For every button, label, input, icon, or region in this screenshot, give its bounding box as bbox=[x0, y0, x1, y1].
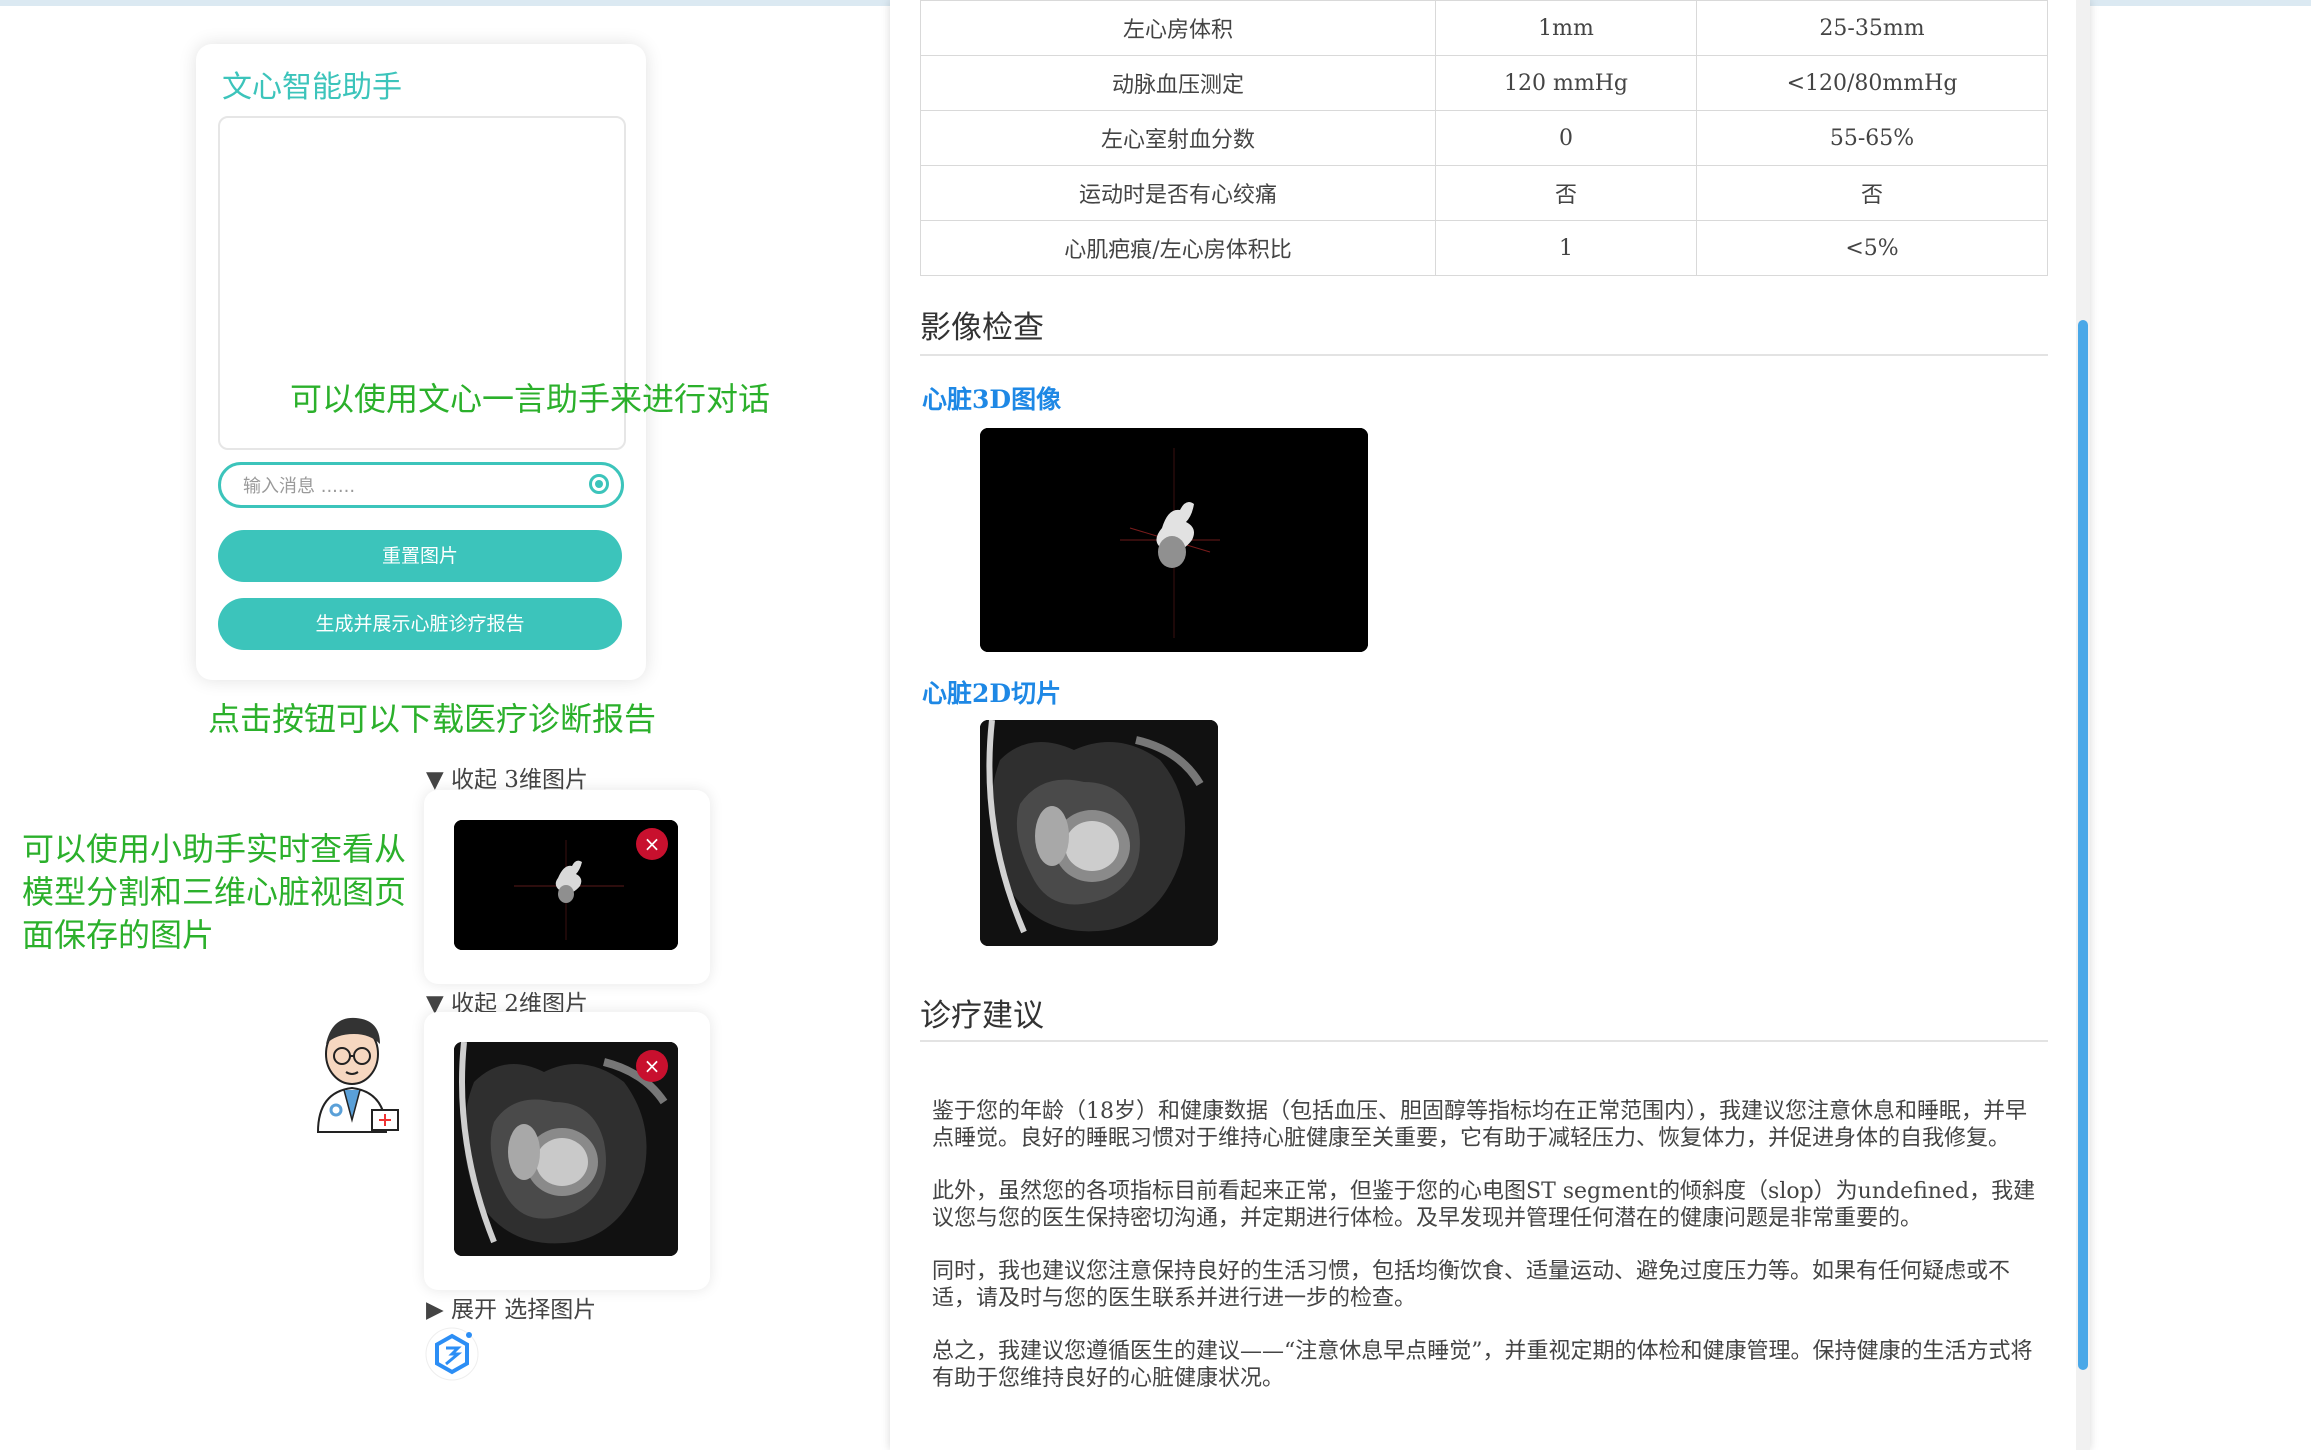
metric-reference: <120/80mmHg bbox=[1696, 55, 2048, 111]
close-3d-image-button[interactable]: × bbox=[636, 828, 668, 860]
download-hint-annotation: 点击按钮可以下载医疗诊断报告 bbox=[208, 700, 657, 738]
saved-2d-image-card: × bbox=[424, 1012, 710, 1290]
imaging-divider bbox=[920, 354, 2048, 356]
imaging-section-title: 影像检查 bbox=[920, 310, 1044, 346]
advice-paragraph: 鉴于您的年龄（18岁）和健康数据（包括血压、胆固醇等指标均在正常范围内），我建议… bbox=[932, 1099, 2027, 1151]
message-input-wrapper bbox=[218, 462, 624, 508]
saved-3d-image-card: × bbox=[424, 790, 710, 984]
toggle-select-images[interactable]: ▶ 展开 选择图片 bbox=[426, 1290, 596, 1324]
heart-2d-label: 心脏2D切片 bbox=[922, 679, 1062, 708]
table-row: 左心房体积 1mm 25-35mm bbox=[920, 0, 2048, 56]
generate-report-button[interactable]: 生成并展示心脏诊疗报告 bbox=[218, 598, 622, 650]
doctor-avatar-icon[interactable] bbox=[310, 1014, 402, 1134]
close-2d-image-button[interactable]: × bbox=[636, 1050, 668, 1082]
heart-3d-label: 心脏3D图像 bbox=[922, 385, 1062, 414]
metric-value: 1mm bbox=[1435, 0, 1697, 56]
metric-value: 否 bbox=[1435, 165, 1697, 221]
assistant-panel: 文心智能助手 重置图片 生成并展示心脏诊疗报告 bbox=[196, 44, 646, 680]
chat-hint-annotation: 可以使用文心一言助手来进行对话 bbox=[290, 380, 771, 418]
advice-divider bbox=[920, 1040, 2048, 1042]
metric-reference: <5% bbox=[1696, 220, 2048, 276]
metric-name: 动脉血压测定 bbox=[920, 55, 1436, 111]
metric-reference: 否 bbox=[1696, 165, 2048, 221]
metric-name: 心肌疤痕/左心房体积比 bbox=[920, 220, 1436, 276]
table-row: 左心室射血分数 0 55-65% bbox=[920, 110, 2048, 166]
metric-value: 120 mmHg bbox=[1435, 55, 1697, 111]
table-row: 心肌疤痕/左心房体积比 1 <5% bbox=[920, 220, 2048, 276]
metric-reference: 25-35mm bbox=[1696, 0, 2048, 56]
scrollbar-thumb[interactable] bbox=[2078, 320, 2088, 1370]
advice-paragraph: 同时，我也建议您注意保持良好的生活习惯，包括均衡饮食、适量运动、避免过度压力等。… bbox=[932, 1259, 2011, 1311]
table-row: 动脉血压测定 120 mmHg <120/80mmHg bbox=[920, 55, 2048, 111]
heart-3d-image[interactable] bbox=[980, 428, 1368, 652]
advice-paragraph: 此外，虽然您的各项指标目前看起来正常，但鉴于您的心电图ST segment的倾斜… bbox=[932, 1179, 2036, 1231]
advice-section-title: 诊疗建议 bbox=[920, 998, 1044, 1034]
table-row: 运动时是否有心绞痛 否 否 bbox=[920, 165, 2048, 221]
metrics-table: 左心房体积 1mm 25-35mm 动脉血压测定 120 mmHg <120/8… bbox=[920, 0, 2048, 276]
assistant-logo-icon[interactable] bbox=[424, 1326, 480, 1382]
view-hint-annotation: 可以使用小助手实时查看从模型分割和三维心脏视图页面保存的图片 bbox=[22, 830, 407, 954]
metric-name: 左心房体积 bbox=[920, 0, 1436, 56]
metric-name: 左心室射血分数 bbox=[920, 110, 1436, 166]
advice-text: 鉴于您的年龄（18岁）和健康数据（包括血压、胆固醇等指标均在正常范围内），我建议… bbox=[932, 1098, 2042, 1418]
send-icon[interactable] bbox=[589, 474, 609, 494]
metric-value: 1 bbox=[1435, 220, 1697, 276]
toggle-3d-images[interactable]: ▼ 收起 3维图片 bbox=[426, 760, 588, 794]
heart-2d-slice[interactable] bbox=[980, 720, 1218, 946]
message-input[interactable] bbox=[241, 471, 565, 501]
metric-value: 0 bbox=[1435, 110, 1697, 166]
metric-reference: 55-65% bbox=[1696, 110, 2048, 166]
assistant-title: 文心智能助手 bbox=[222, 70, 402, 105]
metric-name: 运动时是否有心绞痛 bbox=[920, 165, 1436, 221]
advice-paragraph: 总之，我建议您遵循医生的建议——“注意休息早点睡觉”，并重视定期的体检和健康管理… bbox=[932, 1339, 2033, 1391]
reset-images-button[interactable]: 重置图片 bbox=[218, 530, 622, 582]
